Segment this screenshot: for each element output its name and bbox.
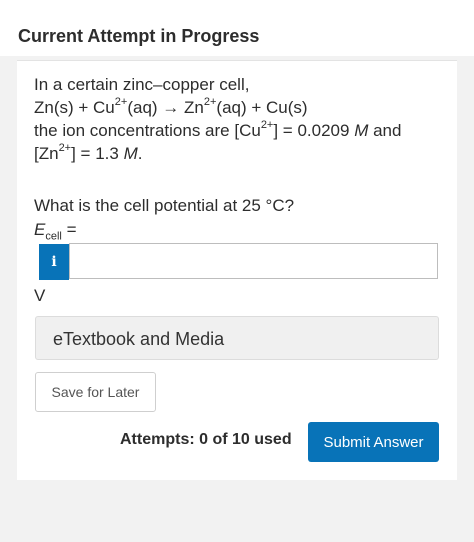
eq-part: Zn(s) + Cu — [34, 98, 115, 117]
question-prompt: What is the cell potential at 25 °C? — [34, 196, 295, 215]
question-card: In a certain zinc–copper cell, Zn(s) + C… — [17, 60, 457, 480]
divider — [17, 60, 457, 61]
text-part: the ion concentrations are [Cu — [34, 121, 261, 140]
page-footer-space — [17, 480, 457, 542]
text-part: ] = 0.0209 — [273, 121, 355, 140]
attempts-counter: Attempts: 0 of 10 used — [120, 431, 292, 448]
question-line-1: In a certain zinc–copper cell, — [34, 75, 250, 94]
text-part: ] = 1.3 — [71, 144, 124, 163]
question-line-4: [Zn2+] = 1.3 M. — [34, 142, 444, 165]
save-for-later-button[interactable]: Save for Later — [35, 372, 156, 412]
page-header: Current Attempt in Progress — [0, 0, 474, 56]
question-text: In a certain zinc–copper cell, Zn(s) + C… — [34, 73, 444, 165]
question-line-3: the ion concentrations are [Cu2+] = 0.02… — [34, 119, 444, 142]
info-icon[interactable]: i — [39, 244, 69, 280]
text-part: . — [137, 144, 143, 163]
equals-sign: = — [61, 220, 77, 239]
ecell-symbol: E — [34, 220, 46, 239]
etextbook-media-button[interactable]: eTextbook and Media — [35, 316, 439, 360]
reaction-equation: Zn(s) + Cu2+(aq) → Zn2+(aq) + Cu(s) — [34, 96, 444, 119]
text-part: and — [368, 121, 402, 140]
eq-charge: 2+ — [114, 96, 128, 109]
ecell-subscript: cell — [45, 230, 62, 243]
answer-unit: V — [34, 286, 46, 305]
ecell-label: Ecell = — [34, 220, 77, 242]
answer-input[interactable] — [69, 243, 438, 279]
text-part: [Zn — [34, 144, 59, 163]
submit-answer-button[interactable]: Submit Answer — [308, 422, 439, 462]
eq-part: (aq) → Zn — [127, 98, 204, 117]
eq-part: (aq) + Cu(s) — [216, 98, 308, 117]
eq-charge: 2+ — [203, 96, 217, 109]
charge: 2+ — [58, 142, 72, 155]
molar-unit: M — [354, 121, 369, 140]
molar-unit: M — [123, 144, 138, 163]
charge: 2+ — [260, 119, 274, 132]
page-title: Current Attempt in Progress — [18, 26, 260, 46]
